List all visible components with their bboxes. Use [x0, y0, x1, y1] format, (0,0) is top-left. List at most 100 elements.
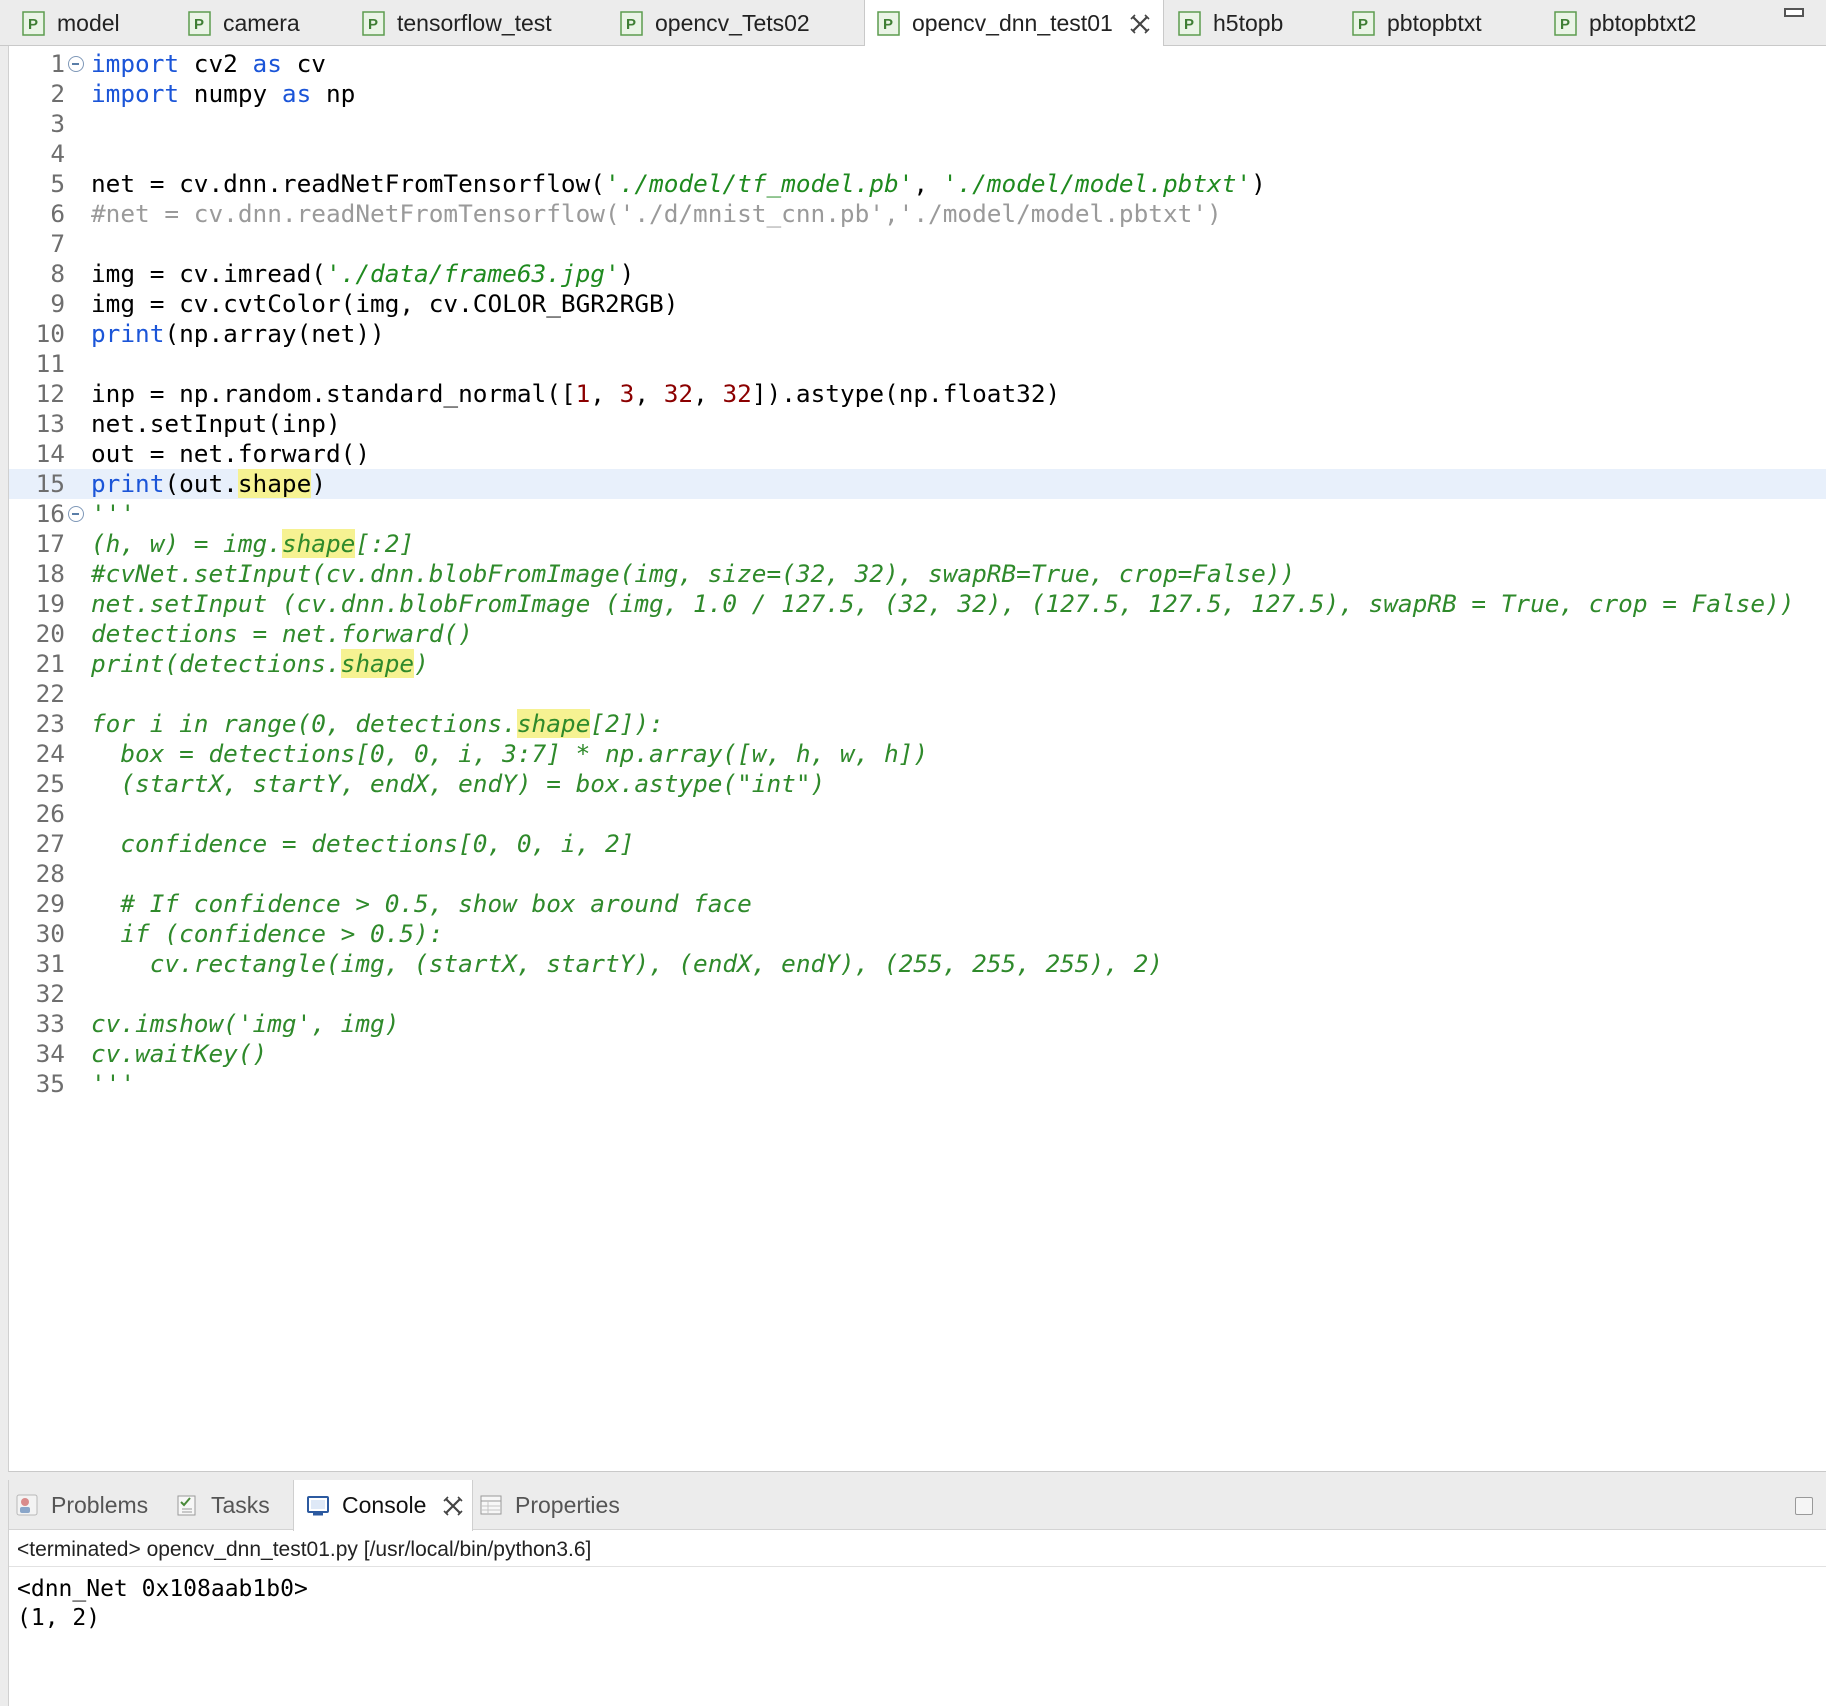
code-token: confidence = detections[0, 0, i, 2] [91, 829, 635, 858]
code-line[interactable]: 28 [9, 859, 1826, 889]
code-text: print(detections.shape) [91, 649, 429, 679]
code-token: import [91, 79, 180, 108]
tab-tensorflow-test[interactable]: P tensorflow_test [362, 0, 552, 46]
code-token: #net = cv.dnn.readNetFromTensorflow('./d… [91, 199, 1222, 228]
code-token: ''' [91, 1069, 136, 1098]
code-token: for i in range(0, detections. [91, 709, 517, 738]
line-number: 32 [35, 979, 65, 1008]
code-line[interactable]: 19 net.setInput (cv.dnn.blobFromImage (im… [9, 589, 1826, 619]
tab-problems[interactable]: Problems [15, 1480, 148, 1530]
code-token: 1 [575, 379, 591, 408]
code-line[interactable]: 7 [9, 229, 1826, 259]
line-number: 11 [35, 349, 65, 378]
code-token: img = cv.cvtColor(img, cv.COLOR_BGR2RGB) [91, 289, 679, 318]
code-token: import [91, 49, 180, 78]
bottom-panel: Problems Tasks Console Properties <termi… [8, 1480, 1826, 1706]
svg-text:P: P [1358, 16, 1368, 33]
code-line[interactable]: 35 ''' [9, 1069, 1826, 1099]
code-line[interactable]: 12 inp = np.random.standard_normal([1, 3,… [9, 379, 1826, 409]
minimize-icon[interactable] [1784, 8, 1804, 17]
code-line[interactable]: 18 #cvNet.setInput(cv.dnn.blobFromImage(i… [9, 559, 1826, 589]
occurrence-highlight: shape [281, 529, 356, 558]
tab-model[interactable]: P model [22, 0, 120, 46]
code-text: net.setInput(inp) [91, 409, 341, 439]
code-line[interactable]: 31 cv.rectangle(img, (startX, startY), (… [9, 949, 1826, 979]
close-tab-icon[interactable] [442, 1495, 464, 1517]
code-line[interactable]: 15 print(out.shape) [9, 469, 1826, 499]
tab-tasks[interactable]: Tasks [175, 1480, 270, 1530]
code-token: [:2] [355, 529, 415, 558]
code-token: 3 [619, 379, 635, 408]
code-line[interactable]: 21 print(detections.shape) [9, 649, 1826, 679]
line-number: 13 [35, 409, 65, 438]
code-text: (startX, startY, endX, endY) = box.astyp… [91, 769, 825, 799]
fold-toggle-icon[interactable] [68, 506, 84, 522]
code-token: ) [619, 259, 635, 288]
code-line[interactable]: 34 cv.waitKey() [9, 1039, 1826, 1069]
code-line[interactable]: 29 # If confidence > 0.5, show box aroun… [9, 889, 1826, 919]
code-text: box = detections[0, 0, i, 3:7] * np.arra… [91, 739, 928, 769]
code-line[interactable]: 6 #net = cv.dnn.readNetFromTensorflow('./… [9, 199, 1826, 229]
code-text: inp = np.random.standard_normal([1, 3, 3… [91, 379, 1060, 409]
occurrence-highlight: shape [340, 649, 415, 678]
code-text: net = cv.dnn.readNetFromTensorflow('./mo… [91, 169, 1266, 199]
tab-console[interactable]: Console [293, 1480, 473, 1531]
code-token: 32 [722, 379, 752, 408]
code-token: inp = np.random.standard_normal([ [91, 379, 576, 408]
line-number: 6 [50, 199, 65, 228]
console-output-line[interactable]: <dnn_Net 0x108aab1b0> [17, 1576, 308, 1602]
line-number: 25 [35, 769, 65, 798]
code-editor[interactable]: 1 import cv2 as cv 2 import numpy as np 3 4 5 n… [8, 46, 1826, 1472]
code-line[interactable]: 20 detections = net.forward() [9, 619, 1826, 649]
code-line[interactable]: 17 (h, w) = img.shape[:2] [9, 529, 1826, 559]
line-number: 5 [50, 169, 65, 198]
line-number: 10 [35, 319, 65, 348]
code-token: , [693, 379, 723, 408]
code-line[interactable]: 27 confidence = detections[0, 0, i, 2] [9, 829, 1826, 859]
code-line[interactable]: 26 [9, 799, 1826, 829]
tab-opencv-dnn-test01[interactable]: P opencv_dnn_test01 [864, 0, 1164, 47]
code-line[interactable]: 30 if (confidence > 0.5): [9, 919, 1826, 949]
code-text: out = net.forward() [91, 439, 370, 469]
code-line[interactable]: 13 net.setInput(inp) [9, 409, 1826, 439]
maximize-icon[interactable] [1795, 1497, 1813, 1515]
tab-pbtopbtxt2[interactable]: P pbtopbtxt2 [1554, 0, 1696, 46]
code-line[interactable]: 24 box = detections[0, 0, i, 3:7] * np.a… [9, 739, 1826, 769]
code-token: [2]): [590, 709, 664, 738]
code-token: , [590, 379, 620, 408]
console-output-line[interactable]: (1, 2) [17, 1605, 100, 1631]
code-token: cv.rectangle(img, (startX, startY), (end… [91, 949, 1163, 978]
code-token: # If confidence > 0.5, show box around f… [91, 889, 752, 918]
python-file-icon: P [1554, 10, 1577, 36]
code-line[interactable]: 1 import cv2 as cv [9, 49, 1826, 79]
code-line[interactable]: 32 [9, 979, 1826, 1009]
fold-toggle-icon[interactable] [68, 56, 84, 72]
code-line[interactable]: 11 [9, 349, 1826, 379]
properties-icon [480, 1495, 502, 1515]
code-token: out = net.forward() [91, 439, 371, 468]
code-line[interactable]: 23 for i in range(0, detections.shape[2])… [9, 709, 1826, 739]
tab-pbtopbtxt[interactable]: P pbtopbtxt [1352, 0, 1482, 46]
tab-h5topb[interactable]: P h5topb [1178, 0, 1283, 46]
code-line[interactable]: 3 [9, 109, 1826, 139]
code-line[interactable]: 22 [9, 679, 1826, 709]
code-line[interactable]: 10 print(np.array(net)) [9, 319, 1826, 349]
tab-properties[interactable]: Properties [479, 1480, 620, 1530]
code-line[interactable]: 25 (startX, startY, endX, endY) = box.as… [9, 769, 1826, 799]
code-line[interactable]: 8 img = cv.imread('./data/frame63.jpg') [9, 259, 1826, 289]
code-line[interactable]: 4 [9, 139, 1826, 169]
line-number: 9 [50, 289, 65, 318]
line-number: 27 [35, 829, 65, 858]
tab-opencv-tets02[interactable]: P opencv_Tets02 [620, 0, 810, 46]
tab-label: camera [223, 9, 300, 36]
code-text: (h, w) = img.shape[:2] [91, 529, 414, 559]
code-line[interactable]: 9 img = cv.cvtColor(img, cv.COLOR_BGR2RGB… [9, 289, 1826, 319]
code-line[interactable]: 2 import numpy as np [9, 79, 1826, 109]
code-line[interactable]: 14 out = net.forward() [9, 439, 1826, 469]
tab-camera[interactable]: P camera [188, 0, 300, 46]
code-line[interactable]: 33 cv.imshow('img', img) [9, 1009, 1826, 1039]
close-tab-icon[interactable] [1129, 13, 1151, 35]
tab-label: pbtopbtxt2 [1589, 9, 1697, 36]
code-line[interactable]: 16 ''' [9, 499, 1826, 529]
code-line[interactable]: 5 net = cv.dnn.readNetFromTensorflow('./m… [9, 169, 1826, 199]
